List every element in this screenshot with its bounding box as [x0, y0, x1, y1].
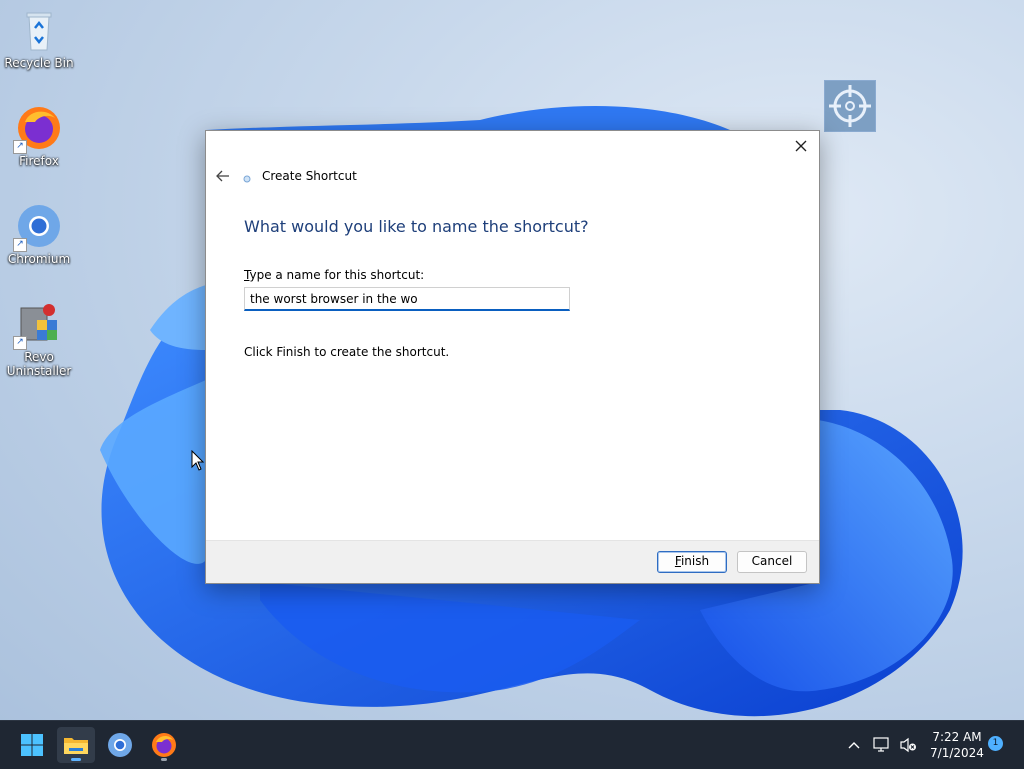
desktop-icon-chromium[interactable]: ↗ Chromium	[4, 202, 74, 266]
wizard-header: Create Shortcut	[214, 167, 357, 185]
recycle-bin-icon	[15, 6, 63, 54]
back-button[interactable]	[214, 167, 232, 185]
desktop-icon-firefox[interactable]: ↗ Firefox	[4, 104, 74, 168]
network-button[interactable]	[871, 721, 893, 769]
shortcut-arrow-icon: ↗	[13, 238, 27, 252]
volume-muted-icon	[900, 737, 916, 753]
close-icon	[795, 140, 807, 152]
file-explorer-icon	[64, 738, 88, 754]
dialog-footer: Finish Cancel	[206, 540, 819, 583]
show-hidden-icons-button[interactable]	[843, 721, 865, 769]
dialog-title: Create Shortcut	[262, 169, 357, 183]
windows-start-icon	[21, 734, 43, 756]
crosshair-widget[interactable]	[824, 80, 876, 132]
wizard-icon	[243, 175, 251, 183]
chevron-up-icon	[848, 742, 860, 749]
running-indicator	[161, 758, 167, 761]
desktop-icon-label: Revo Uninstaller	[6, 350, 72, 378]
revo-uninstaller-icon: ↗	[13, 300, 63, 350]
create-shortcut-dialog: Create Shortcut What would you like to n…	[205, 130, 820, 584]
finish-button[interactable]: Finish	[657, 551, 727, 573]
desktop-icon-label: Firefox	[19, 154, 59, 168]
desktop-icon-revo-uninstaller[interactable]: ↗ Revo Uninstaller	[4, 300, 74, 378]
taskbar-file-explorer[interactable]	[57, 727, 95, 763]
clock-time: 7:22 AM	[932, 730, 982, 744]
clock-date: 7/1/2024	[930, 746, 984, 760]
shortcut-arrow-icon: ↗	[13, 336, 27, 350]
taskbar-firefox[interactable]	[145, 727, 183, 763]
close-button[interactable]	[789, 135, 813, 157]
crosshair-icon	[829, 85, 871, 127]
finish-hint: Click Finish to create the shortcut.	[244, 345, 450, 359]
chromium-icon: ↗	[13, 202, 63, 252]
start-button[interactable]	[13, 727, 51, 763]
active-indicator	[71, 758, 81, 761]
desktop-icon-label: Chromium	[7, 252, 71, 266]
shortcut-arrow-icon: ↗	[13, 140, 27, 154]
taskbar-chromium[interactable]	[101, 727, 139, 763]
chromium-icon	[108, 733, 132, 757]
network-icon	[873, 737, 889, 752]
desktop-icon-label: Recycle Bin	[4, 56, 74, 70]
notification-badge[interactable]: 1	[988, 736, 1003, 751]
back-arrow-icon	[216, 170, 229, 182]
shortcut-name-input[interactable]	[244, 287, 570, 311]
mouse-cursor-icon	[191, 450, 205, 471]
volume-button[interactable]	[897, 721, 919, 769]
desktop-icon-recycle-bin[interactable]: Recycle Bin	[4, 6, 74, 70]
shortcut-name-label: Type a name for this shortcut:	[244, 268, 425, 282]
cancel-button[interactable]: Cancel	[737, 551, 807, 573]
clock[interactable]: 7:22 AM 7/1/2024	[922, 729, 992, 761]
taskbar: 7:22 AM 7/1/2024	[0, 720, 1024, 769]
firefox-icon: ↗	[13, 104, 63, 154]
dialog-heading: What would you like to name the shortcut…	[244, 217, 589, 236]
firefox-icon	[152, 733, 176, 757]
